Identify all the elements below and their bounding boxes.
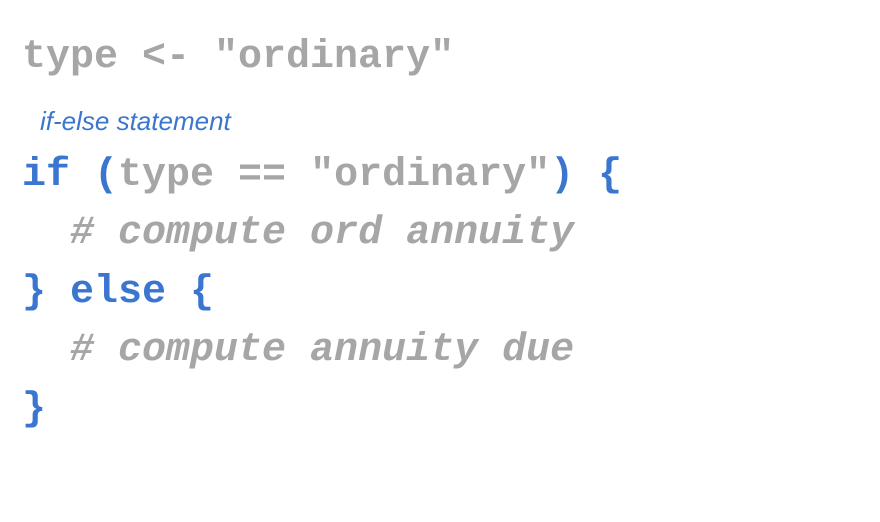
if-keyword: if [22, 153, 71, 198]
code-line-if: if (type == "ordinary") { [22, 152, 622, 200]
if-condition: type == "ordinary" [118, 153, 551, 198]
code-line-comment-ordinary: # compute ord annuity [22, 210, 574, 258]
if-else-annotation: if-else statement [40, 106, 231, 136]
comment-ordinary: # compute ord annuity [70, 211, 575, 256]
code-slide: type <- "ordinary" if-else statement if … [0, 0, 880, 522]
code-line-assignment: type <- "ordinary" [22, 34, 454, 82]
code-line-else: } else { [22, 269, 214, 317]
close-paren-brace: ) { [550, 153, 623, 198]
assignment-text: type <- "ordinary" [22, 35, 455, 80]
else-keyword-line: } else { [22, 270, 215, 315]
close-brace: } [22, 387, 47, 432]
code-line-close: } [22, 386, 46, 434]
code-line-comment-due: # compute annuity due [22, 327, 574, 375]
open-paren: ( [70, 153, 119, 198]
comment-due: # compute annuity due [70, 328, 575, 373]
